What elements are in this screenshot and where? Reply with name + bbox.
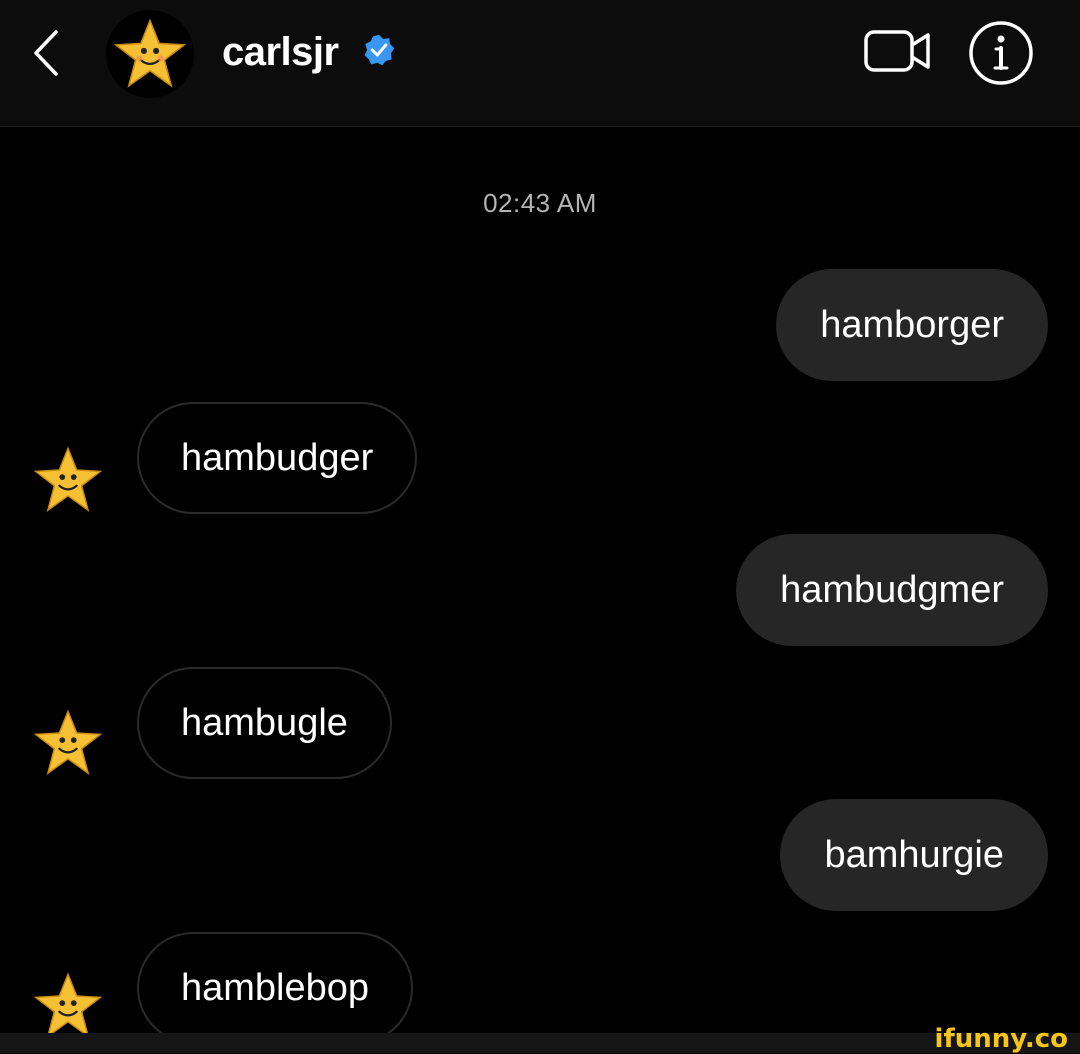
received-message[interactable]: hamblebop [137,932,414,1044]
message-text: hambudgmer [780,569,1004,611]
chevron-left-icon [34,30,58,76]
back-button[interactable] [24,26,74,80]
message-text: hamblebop [181,967,370,1009]
profile-username[interactable]: carlsjr [222,28,339,76]
chat-header: carlsjr [0,0,1080,127]
video-call-button[interactable] [862,26,934,76]
message-text: bamhurgie [824,834,1004,876]
sender-avatar-icon[interactable] [32,444,104,516]
sent-message[interactable]: bamhurgie [780,799,1048,911]
carls-jr-star-logo [113,18,187,88]
sent-message[interactable]: hambudgmer [736,534,1048,646]
sent-message[interactable]: hamborger [776,269,1048,381]
watermark-bar [0,1033,1080,1053]
received-message[interactable]: hambudger [137,402,418,514]
message-text: hambugle [181,702,348,744]
message-text: hamborger [820,304,1004,346]
received-message[interactable]: hambugle [137,667,392,779]
video-camera-icon [864,30,930,72]
message-text: hambudger [181,437,374,479]
watermark-logo: ifunny.co [934,1024,1068,1054]
avatar[interactable] [106,10,194,98]
info-icon [969,21,1033,85]
info-button[interactable] [968,20,1034,86]
sender-avatar-icon[interactable] [32,970,104,1042]
thread-timestamp: 02:43 AM [483,188,597,218]
sender-avatar-icon[interactable] [32,707,104,779]
verified-badge-icon [362,33,396,72]
